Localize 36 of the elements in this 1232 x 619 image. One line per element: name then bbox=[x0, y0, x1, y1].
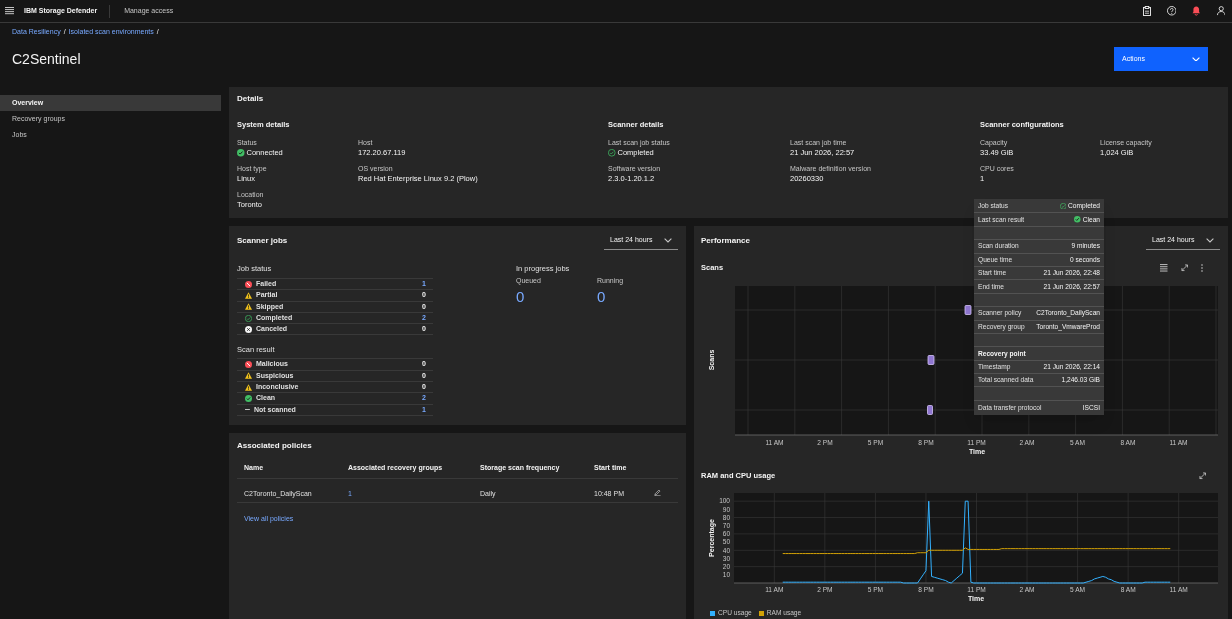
check-circle-icon bbox=[245, 395, 252, 402]
stat-value: 0 bbox=[597, 289, 607, 305]
blocked-circle-icon bbox=[245, 280, 252, 288]
maximize-icon[interactable] bbox=[1180, 264, 1188, 272]
check-circle-icon bbox=[1059, 202, 1067, 210]
dash-icon bbox=[245, 409, 250, 411]
bell-icon[interactable] bbox=[1192, 6, 1201, 16]
x-circle-icon bbox=[245, 325, 252, 333]
pencil-icon[interactable] bbox=[654, 489, 661, 496]
panel-title: Details bbox=[237, 94, 265, 104]
page-title: C2Sentinel bbox=[11, 50, 81, 68]
panel-title: Scanner jobs bbox=[237, 235, 288, 247]
scan-marker bbox=[927, 355, 935, 365]
check-circle-icon bbox=[245, 314, 252, 322]
panel-title: Associated policies bbox=[237, 441, 313, 451]
clipboard-icon[interactable] bbox=[1142, 6, 1151, 16]
warning-triangle-icon bbox=[245, 383, 252, 391]
user-icon[interactable] bbox=[1216, 6, 1225, 16]
warning-triangle-icon bbox=[245, 303, 252, 311]
warning-triangle-icon bbox=[245, 291, 252, 299]
check-circle-icon bbox=[1074, 216, 1081, 223]
help-icon[interactable] bbox=[1166, 6, 1176, 16]
maximize-icon[interactable] bbox=[1198, 472, 1206, 480]
menu-icon[interactable] bbox=[5, 7, 14, 15]
list-icon[interactable] bbox=[1160, 264, 1168, 272]
chevron-down-icon bbox=[1206, 238, 1214, 243]
check-circle-icon bbox=[608, 149, 616, 157]
warning-triangle-icon bbox=[245, 372, 252, 380]
scan-marker bbox=[964, 305, 972, 315]
stat-value: 0 bbox=[516, 289, 526, 305]
scan-marker bbox=[927, 405, 933, 415]
chevron-down-icon bbox=[1192, 56, 1200, 62]
check-circle-icon bbox=[237, 149, 245, 157]
blocked-circle-icon bbox=[245, 361, 252, 369]
panel-title: Performance bbox=[701, 235, 750, 247]
chevron-down-icon bbox=[664, 238, 672, 243]
